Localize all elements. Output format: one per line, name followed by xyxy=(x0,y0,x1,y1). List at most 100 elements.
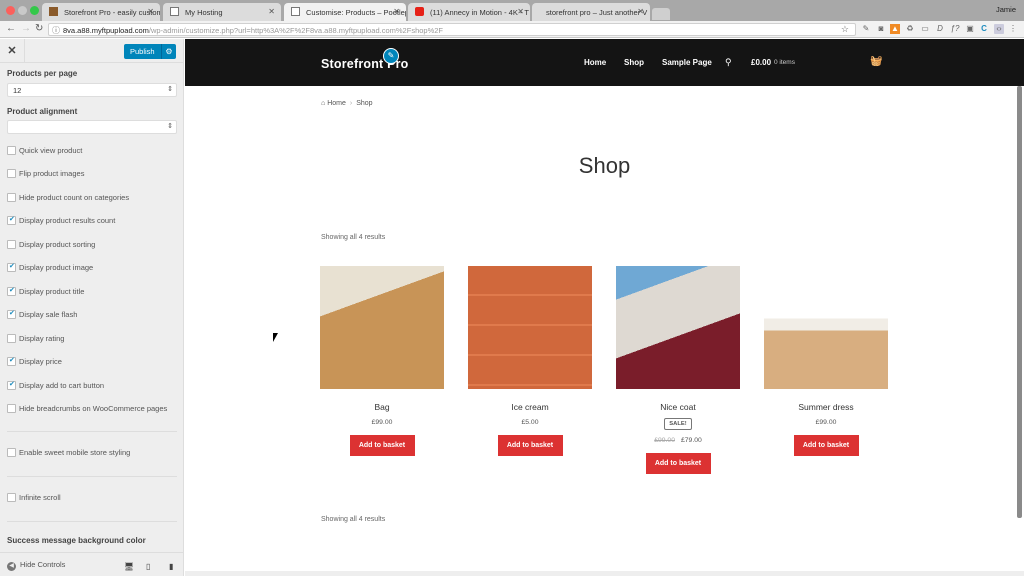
tab-close-icon[interactable]: ✕ xyxy=(393,7,400,16)
analytics-extension-icon[interactable]: ▲ xyxy=(890,24,900,34)
camera-extension-icon[interactable]: ◙ xyxy=(876,24,886,34)
divider xyxy=(7,521,177,522)
add-to-basket-button[interactable]: Add to basket xyxy=(645,453,711,474)
product-price: £99.00 xyxy=(320,419,444,426)
forward-icon[interactable]: → xyxy=(21,23,31,34)
publish-label: Publish xyxy=(130,47,155,56)
back-icon[interactable]: ← xyxy=(6,23,16,34)
checkbox[interactable] xyxy=(7,193,16,202)
window-minimize-button[interactable] xyxy=(18,6,27,15)
checkbox[interactable] xyxy=(7,448,16,457)
add-to-basket-button[interactable]: Add to basket xyxy=(349,435,415,456)
close-customizer-icon[interactable]: ✕ xyxy=(0,39,25,63)
nav-home[interactable]: Home xyxy=(584,58,606,67)
font-extension-icon[interactable]: ƒ? xyxy=(950,24,960,34)
tab-close-icon[interactable]: ✕ xyxy=(637,7,644,16)
cast-icon[interactable]: ▭ xyxy=(920,24,930,34)
info-icon[interactable]: ⓘ xyxy=(52,25,60,35)
browser-tab-active[interactable]: Customise: Products – Pootlep ✕ xyxy=(284,3,406,21)
checkbox[interactable] xyxy=(7,286,16,296)
checkbox[interactable] xyxy=(7,493,16,502)
tab-title: My Hosting xyxy=(185,8,223,17)
product-card: Bag £99.00 Add to basket xyxy=(320,266,444,456)
new-tab-button[interactable] xyxy=(652,8,670,20)
d-extension-icon[interactable]: D xyxy=(935,24,945,34)
nav-shop[interactable]: Shop xyxy=(624,58,644,67)
add-to-basket-button[interactable]: Add to basket xyxy=(793,435,859,456)
checkbox[interactable] xyxy=(7,309,16,319)
breadcrumb-home[interactable]: Home xyxy=(327,100,346,107)
gear-icon[interactable]: ⚙ xyxy=(161,44,176,59)
products-per-page-select[interactable]: 12 ⇕ xyxy=(7,83,177,97)
address-bar[interactable]: ⓘ 8va.a88.myftpupload.com/wp-admin/custo… xyxy=(48,23,856,36)
preview-scrollbar[interactable] xyxy=(1017,86,1022,518)
product-alignment-select[interactable]: ⇕ xyxy=(7,120,177,134)
product-alignment-label: Product alignment xyxy=(7,107,78,116)
product-image[interactable] xyxy=(764,288,888,389)
cart-amount[interactable]: £0.00 xyxy=(751,58,771,67)
eyedropper-extension-icon[interactable]: ✎ xyxy=(861,24,871,34)
search-icon[interactable]: ⚲ xyxy=(725,57,732,68)
checkbox[interactable] xyxy=(7,262,16,272)
product-title[interactable]: Ice cream xyxy=(468,402,592,412)
browser-tab[interactable]: Storefront Pro - easily customi ✕ xyxy=(42,3,160,21)
product-card: Nice coat SALE! £99.00 £79.00 Add to basket xyxy=(616,266,740,474)
browser-tab[interactable]: (11) Annecy in Motion - 4K - T ✕ xyxy=(408,3,530,21)
checkbox-label: Display product title xyxy=(19,287,85,296)
edit-shortcut-pencil-icon[interactable]: ✎ xyxy=(383,48,399,64)
window-zoom-button[interactable] xyxy=(30,6,39,15)
browser-tab[interactable]: storefront pro – Just another V ✕ xyxy=(532,3,650,21)
tab-close-icon[interactable]: ✕ xyxy=(147,7,154,16)
product-title[interactable]: Summer dress xyxy=(764,402,888,412)
page-title: Shop xyxy=(578,153,631,178)
browser-tab[interactable]: My Hosting ✕ xyxy=(163,3,281,21)
site-favicon-icon xyxy=(49,7,58,16)
checkbox-label: Hide product count on categories xyxy=(19,193,130,202)
tab-close-icon[interactable]: ✕ xyxy=(268,7,275,16)
cart-item-count[interactable]: 0 items xyxy=(774,59,795,66)
checkbox-label: Flip product images xyxy=(19,169,85,178)
product-title[interactable]: Nice coat xyxy=(616,402,740,412)
current-price: £99.00 xyxy=(371,419,393,426)
recycle-extension-icon[interactable]: ♻ xyxy=(905,24,915,34)
briefcase-extension-icon[interactable]: ▣ xyxy=(965,24,975,34)
desktop-preview-icon[interactable]: 🖥 xyxy=(124,562,134,571)
product-image[interactable] xyxy=(468,266,592,389)
nav-sample-page[interactable]: Sample Page xyxy=(662,58,712,67)
url-host: 8va.a88.myftpupload.com xyxy=(63,26,149,35)
basket-icon[interactable]: 🧺 xyxy=(870,56,882,67)
hide-controls-button[interactable]: ◀ Hide Controls xyxy=(7,560,65,571)
customizer-footer: ◀ Hide Controls 🖥 ▯ ▮ xyxy=(0,552,183,576)
product-title[interactable]: Bag xyxy=(320,402,444,412)
checkbox[interactable] xyxy=(7,146,16,155)
checkbox[interactable] xyxy=(7,240,16,249)
breadcrumb-current: Shop xyxy=(356,100,373,107)
checkbox[interactable] xyxy=(7,380,16,390)
code-extension-icon[interactable]: ‹› xyxy=(994,24,1004,34)
checkbox[interactable] xyxy=(7,334,16,343)
reload-icon[interactable]: ↻ xyxy=(35,23,43,34)
url-path: /wp-admin/customize.php?url=http%3A%2F%2… xyxy=(148,26,443,35)
select-value: 12 xyxy=(13,86,22,95)
tablet-preview-icon[interactable]: ▯ xyxy=(146,562,150,571)
checkbox[interactable] xyxy=(7,404,16,413)
checkbox[interactable] xyxy=(7,169,16,178)
menu-kebab-icon[interactable]: ⋮ xyxy=(1008,24,1018,34)
product-image[interactable] xyxy=(616,266,740,389)
publish-button[interactable]: Publish ⚙ xyxy=(124,44,176,59)
browser-toolbar: ← → ↻ ⓘ 8va.a88.myftpupload.com/wp-admin… xyxy=(0,21,1024,38)
window-close-button[interactable] xyxy=(6,6,15,15)
tab-close-icon[interactable]: ✕ xyxy=(517,7,524,16)
browser-user[interactable]: Jamie xyxy=(996,5,1016,14)
add-to-basket-button[interactable]: Add to basket xyxy=(497,435,563,456)
product-image[interactable] xyxy=(320,266,444,389)
sale-badge: SALE! xyxy=(664,418,692,430)
c-extension-icon[interactable]: C xyxy=(979,24,989,34)
checkbox[interactable] xyxy=(7,215,16,225)
checkbox-label: Display product results count xyxy=(19,216,116,225)
bookmark-star-icon[interactable]: ☆ xyxy=(841,24,849,35)
mobile-preview-icon[interactable]: ▮ xyxy=(169,562,173,571)
collapse-icon: ◀ xyxy=(7,562,16,571)
checkbox-label: Display add to cart button xyxy=(19,381,105,390)
checkbox[interactable] xyxy=(7,356,16,366)
